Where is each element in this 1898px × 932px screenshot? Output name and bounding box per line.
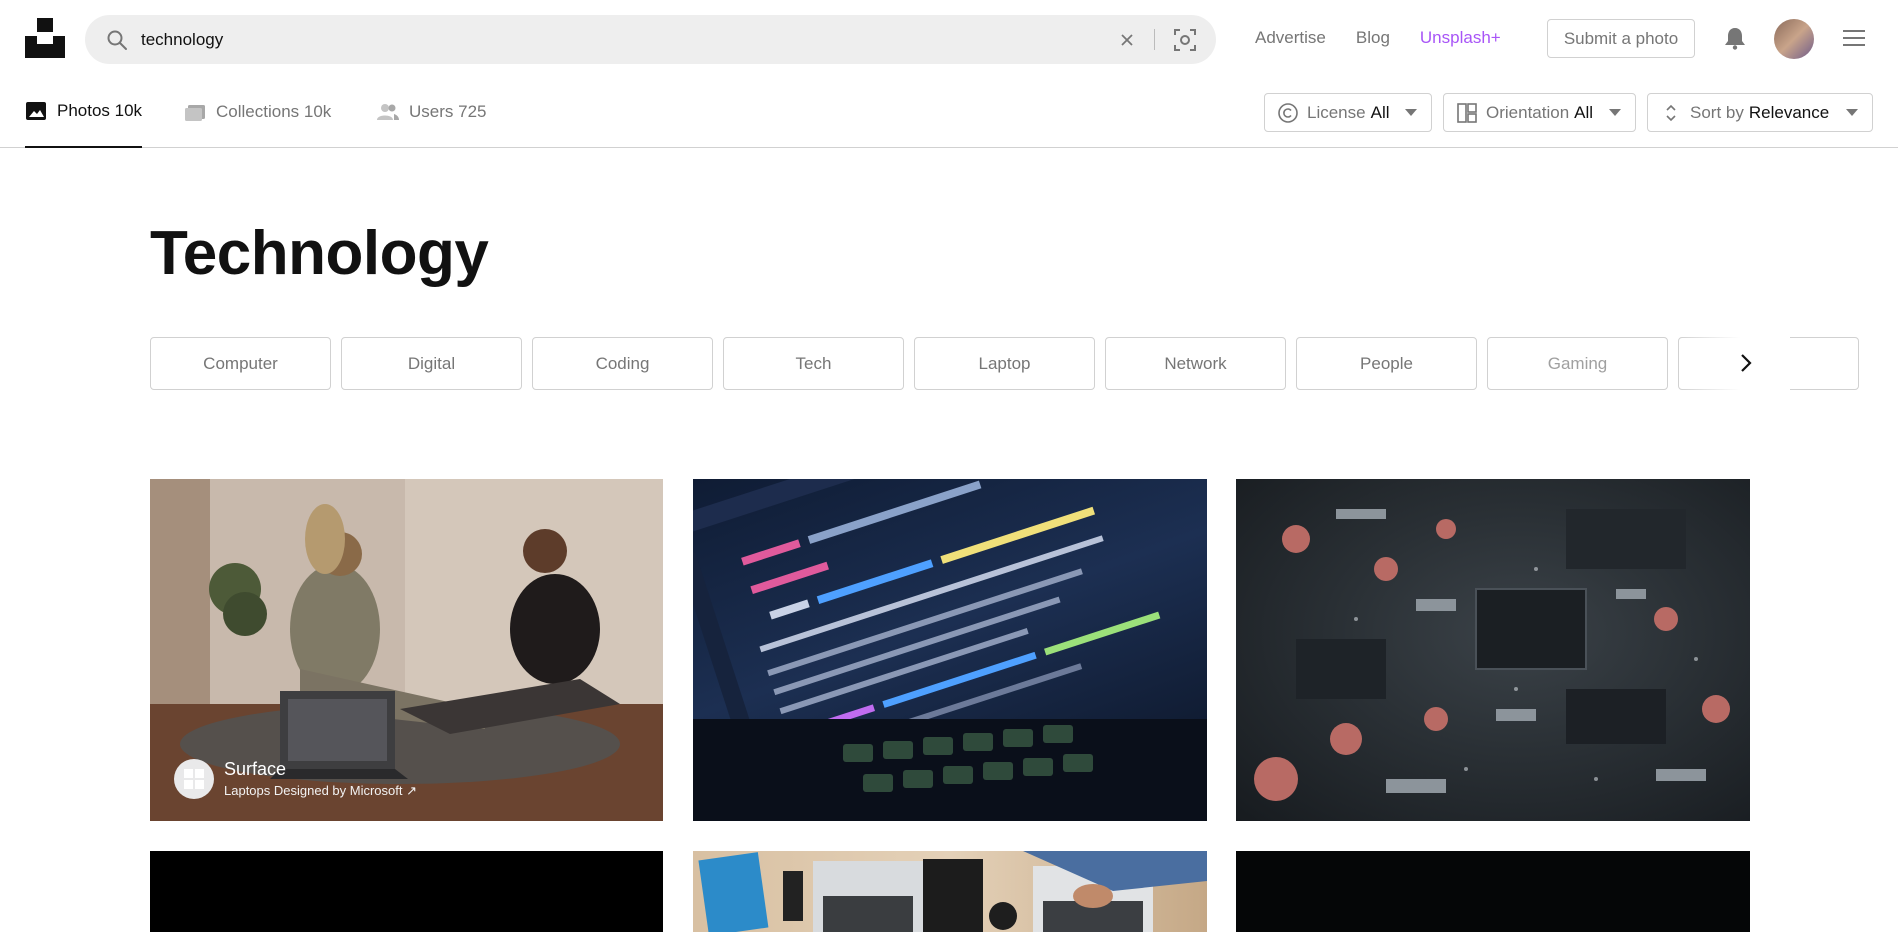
submit-photo-button[interactable]: Submit a photo bbox=[1547, 19, 1695, 58]
photo-code-laptop[interactable] bbox=[693, 479, 1207, 821]
search-input[interactable] bbox=[141, 15, 1141, 64]
top-header: Advertise Blog Unsplash+ Submit a photo bbox=[0, 0, 1898, 76]
nav-blog-link[interactable]: Blog bbox=[1356, 28, 1390, 48]
tab-collections-label: Collections 10k bbox=[216, 102, 332, 121]
nav-advertise-link[interactable]: Advertise bbox=[1255, 28, 1326, 48]
chip-tech[interactable]: Tech bbox=[723, 337, 904, 390]
chip-gaming[interactable]: Gaming bbox=[1487, 337, 1668, 390]
photo-icon bbox=[26, 102, 46, 120]
photo-sponsored-surface[interactable]: Surface Laptops Designed by Microsoft ↗ bbox=[150, 479, 663, 821]
related-searches-chips: Computer Digital Coding Tech Laptop Netw… bbox=[150, 337, 1859, 390]
license-filter-label: License bbox=[1307, 102, 1366, 122]
microsoft-logo-icon bbox=[174, 759, 214, 799]
chip-people[interactable]: People bbox=[1296, 337, 1477, 390]
tab-collections[interactable]: Collections 10k bbox=[184, 76, 331, 148]
clear-search-icon[interactable] bbox=[1115, 28, 1139, 52]
chip-network[interactable]: Network bbox=[1105, 337, 1286, 390]
notification-bell-icon[interactable] bbox=[1722, 25, 1748, 51]
chip-laptop[interactable]: Laptop bbox=[914, 337, 1095, 390]
chevron-right-icon[interactable] bbox=[1733, 350, 1759, 376]
sort-filter[interactable]: Sort by Relevance bbox=[1647, 93, 1873, 132]
copyright-icon bbox=[1278, 102, 1298, 123]
nav-unsplash-plus-link[interactable]: Unsplash+ bbox=[1420, 28, 1501, 48]
unsplash-logo-icon[interactable] bbox=[25, 18, 65, 58]
tab-photos-label: Photos 10k bbox=[57, 101, 143, 120]
photo-desk-image bbox=[698, 851, 1207, 932]
sort-icon bbox=[1666, 104, 1676, 121]
tab-users-label: Users 725 bbox=[409, 102, 487, 121]
chip-computer[interactable]: Computer bbox=[150, 337, 331, 390]
user-avatar[interactable] bbox=[1774, 19, 1814, 59]
license-filter[interactable]: License All bbox=[1264, 93, 1432, 132]
photo-desk-laptops[interactable] bbox=[693, 851, 1207, 932]
photo-circuit-board[interactable] bbox=[1236, 479, 1750, 821]
photo-dark-1[interactable] bbox=[150, 851, 663, 932]
photo-dark-2[interactable] bbox=[1236, 851, 1750, 932]
orientation-icon bbox=[1457, 102, 1477, 123]
orientation-filter[interactable]: Orientation All bbox=[1443, 93, 1636, 132]
users-icon bbox=[377, 104, 399, 120]
hamburger-menu-icon[interactable] bbox=[1842, 27, 1866, 49]
sponsor-tagline: Laptops Designed by Microsoft ↗ bbox=[224, 783, 417, 798]
sponsor-badge[interactable]: Surface Laptops Designed by Microsoft ↗ bbox=[174, 759, 417, 799]
page-title: Technology bbox=[150, 219, 489, 288]
chevron-down-icon bbox=[1405, 109, 1417, 116]
tab-photos[interactable]: Photos 10k bbox=[25, 76, 143, 148]
visual-search-icon[interactable] bbox=[1172, 27, 1198, 53]
top-nav: Advertise Blog Unsplash+ bbox=[1255, 0, 1531, 76]
search-icon[interactable] bbox=[105, 28, 129, 52]
orientation-filter-label: Orientation bbox=[1486, 102, 1570, 122]
photo-code-screen-image bbox=[693, 479, 1207, 821]
search-divider bbox=[1154, 29, 1155, 50]
collections-icon bbox=[185, 105, 205, 121]
chevron-down-icon bbox=[1846, 109, 1858, 116]
sponsor-name: Surface bbox=[224, 759, 287, 779]
tab-users[interactable]: Users 725 bbox=[377, 76, 486, 148]
photo-circuit-board-image bbox=[1254, 509, 1730, 801]
search-bar bbox=[85, 15, 1216, 64]
sort-filter-value: Relevance bbox=[1748, 102, 1830, 122]
orientation-filter-value: All bbox=[1574, 102, 1594, 122]
chip-digital[interactable]: Digital bbox=[341, 337, 522, 390]
license-filter-value: All bbox=[1370, 102, 1390, 122]
sort-filter-label: Sort by bbox=[1690, 102, 1744, 122]
chip-coding[interactable]: Coding bbox=[532, 337, 713, 390]
results-tabs-bar: Photos 10k Collections 10k Users 725 Lic… bbox=[0, 76, 1898, 148]
chevron-down-icon bbox=[1609, 109, 1621, 116]
